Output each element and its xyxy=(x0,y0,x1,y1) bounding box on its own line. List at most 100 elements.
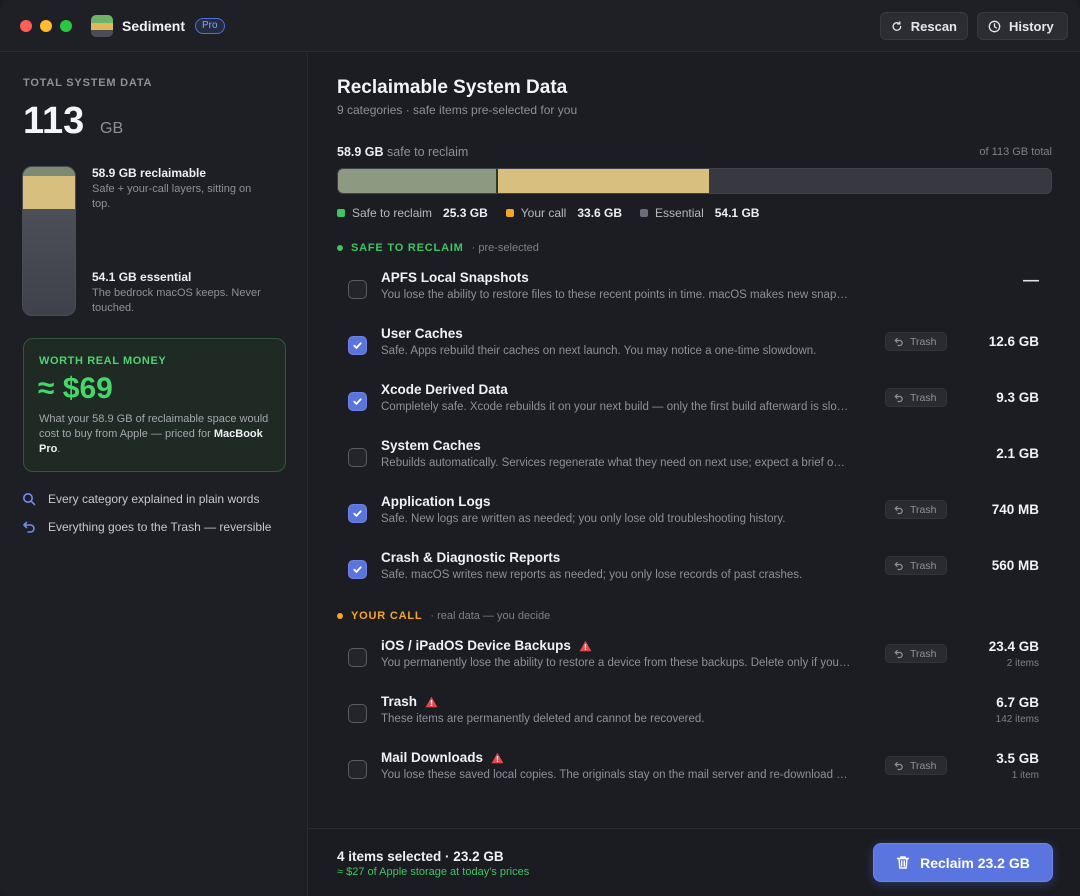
category-row[interactable]: System Caches Rebuilds automatically. Ser… xyxy=(337,432,1052,482)
legend-safe: Safe to reclaim 25.3 GB xyxy=(337,206,488,220)
checkmark-icon xyxy=(353,566,362,573)
main-panel: Reclaimable System Data 9 categories · s… xyxy=(309,53,1080,828)
category-size: 560 MB xyxy=(991,558,1039,573)
legend-essential: Essential 54.1 GB xyxy=(640,206,759,220)
app-name: Sediment xyxy=(122,18,186,34)
trash-badge: Trash xyxy=(885,388,948,407)
category-checkbox[interactable] xyxy=(348,560,367,579)
category-checkbox[interactable] xyxy=(348,704,367,723)
category-checkbox[interactable] xyxy=(348,448,367,467)
clock-icon xyxy=(988,20,1001,32)
undo-icon xyxy=(894,761,903,770)
zoom-window-button[interactable] xyxy=(60,20,72,32)
total-system-data-label: TOTAL SYSTEM DATA xyxy=(23,77,153,89)
category-title: Trash xyxy=(381,694,438,709)
checkmark-icon xyxy=(353,510,362,517)
category-title: Crash & Diagnostic Reports xyxy=(381,550,561,565)
category-row[interactable]: Xcode Derived Data Completely safe. Xcode… xyxy=(337,376,1052,426)
reclaimable-description: Safe + your-call layers, sitting on top. xyxy=(92,183,252,210)
category-item-count: 1 item xyxy=(1011,770,1039,781)
category-checkbox[interactable] xyxy=(348,648,367,667)
money-description: What your 58.9 GB of reclaimable space w… xyxy=(39,413,269,455)
category-description: Safe. macOS writes new reports as needed… xyxy=(381,569,803,581)
category-row[interactable]: Trash These items are permanently deleted… xyxy=(337,688,1052,738)
essential-title: 54.1 GB essential xyxy=(92,270,192,284)
category-description: You permanently lose the ability to rest… xyxy=(381,657,851,669)
history-button[interactable]: History xyxy=(977,12,1068,40)
gauge-safe-layer xyxy=(23,167,75,176)
category-row[interactable]: Mail Downloads You lose these saved local… xyxy=(337,744,1052,794)
category-size: — xyxy=(1023,272,1039,289)
category-checkbox[interactable] xyxy=(348,760,367,779)
checkmark-icon xyxy=(353,342,362,349)
category-title: APFS Local Snapshots xyxy=(381,270,529,285)
legend-your-call: Your call 33.6 GB xyxy=(505,206,622,220)
category-row[interactable]: User Caches Safe. Apps rebuild their cach… xyxy=(337,320,1052,370)
close-window-button[interactable] xyxy=(20,20,32,32)
category-description: Completely safe. Xcode rebuilds it on yo… xyxy=(381,401,851,413)
selection-summary: 4 items selected · 23.2 GB xyxy=(337,849,504,864)
category-title: Mail Downloads xyxy=(381,750,504,765)
undo-icon xyxy=(894,337,903,346)
savings-summary: ≈ $27 of Apple storage at today's prices xyxy=(337,866,530,878)
pro-badge: Pro xyxy=(195,18,225,34)
history-label: History xyxy=(1009,18,1054,34)
category-size: 23.4 GB xyxy=(988,639,1039,654)
app-window: Sediment Pro Rescan History TOTAL SYSTEM… xyxy=(0,0,1080,896)
app-logo-icon xyxy=(91,15,113,37)
undo-icon xyxy=(23,521,35,533)
category-row[interactable]: APFS Local Snapshots You lose the ability… xyxy=(337,264,1052,314)
trash-badge: Trash xyxy=(885,500,948,519)
category-checkbox[interactable] xyxy=(348,280,367,299)
category-size: 2.1 GB xyxy=(996,446,1039,461)
feature-reversible: Everything goes to the Trash — reversibl… xyxy=(22,520,287,535)
safe-segment xyxy=(338,169,498,193)
rescan-button[interactable]: Rescan xyxy=(880,12,968,40)
trash-badge: Trash xyxy=(885,556,948,575)
category-checkbox[interactable] xyxy=(348,504,367,523)
reclaim-summary: 58.9 GB safe to reclaim xyxy=(337,145,469,159)
titlebar: Sediment Pro Rescan History xyxy=(0,0,1080,52)
page-subtitle: 9 categories · safe items pre-selected f… xyxy=(337,103,578,117)
search-icon xyxy=(23,493,36,506)
category-row[interactable]: iOS / iPadOS Device Backups You permanent… xyxy=(337,632,1052,682)
warning-icon xyxy=(579,640,592,651)
essential-description: The bedrock macOS keeps. Never touched. xyxy=(92,287,261,314)
category-description: Safe. Apps rebuild their caches on next … xyxy=(381,345,817,357)
storage-legend: Safe to reclaim 25.3 GB Your call 33.6 GB … xyxy=(337,206,759,220)
undo-icon xyxy=(894,393,903,402)
reclaim-button[interactable]: Reclaim 23.2 GB xyxy=(873,843,1053,882)
section-your-call: YOUR CALL · real data — you decide xyxy=(337,610,550,622)
refresh-icon xyxy=(892,20,902,31)
storage-layers-gauge xyxy=(22,166,76,316)
category-item-count: 2 items xyxy=(1006,658,1039,669)
footer-bar: 4 items selected · 23.2 GB ≈ $27 of Appl… xyxy=(309,828,1080,896)
minimize-window-button[interactable] xyxy=(40,20,52,32)
rescan-label: Rescan xyxy=(910,18,957,34)
gauge-essential-layer xyxy=(23,209,75,315)
warning-icon xyxy=(491,752,504,763)
category-size: 9.3 GB xyxy=(996,390,1039,405)
category-size: 12.6 GB xyxy=(988,334,1039,349)
trash-badge: Trash xyxy=(885,644,948,663)
undo-icon xyxy=(894,505,903,514)
category-row[interactable]: Application Logs Safe. New logs are writt… xyxy=(337,488,1052,538)
category-title: Xcode Derived Data xyxy=(381,382,508,397)
warning-icon xyxy=(425,696,438,707)
category-title: Application Logs xyxy=(381,494,491,509)
section-safe-to-reclaim: SAFE TO RECLAIM · pre-selected xyxy=(337,242,539,254)
sidebar: TOTAL SYSTEM DATA 113 GB 58.9 GB reclaim… xyxy=(0,53,308,896)
category-size: 3.5 GB xyxy=(996,751,1039,766)
category-description: You lose the ability to restore files to… xyxy=(381,289,851,301)
category-checkbox[interactable] xyxy=(348,336,367,355)
total-system-data-value: 113 xyxy=(23,100,85,142)
trash-icon xyxy=(896,856,910,869)
gauge-your-call-layer xyxy=(23,176,75,209)
category-row[interactable]: Crash & Diagnostic Reports Safe. macOS wr… xyxy=(337,544,1052,594)
feature-plain-words: Every category explained in plain words xyxy=(22,492,287,507)
reclaim-total: of 113 GB total xyxy=(979,146,1052,158)
category-title: System Caches xyxy=(381,438,481,453)
category-description: Safe. New logs are written as needed; yo… xyxy=(381,513,786,525)
category-checkbox[interactable] xyxy=(348,392,367,411)
reclaim-button-label: Reclaim 23.2 GB xyxy=(920,854,1030,871)
